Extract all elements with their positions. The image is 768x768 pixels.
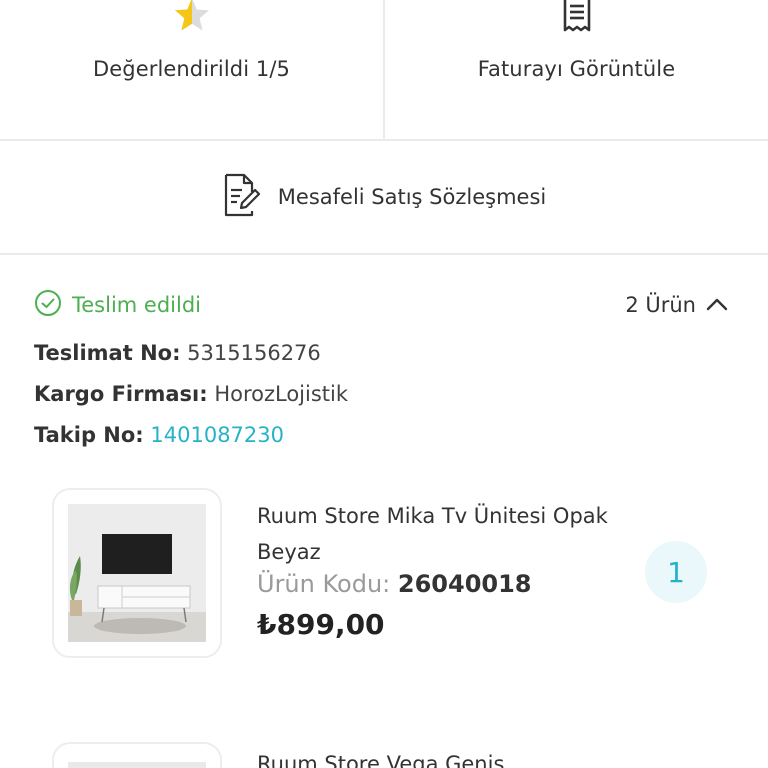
order-actions-row: Değerlendirildi 1/5 Faturayı Görüntüle xyxy=(0,0,768,141)
product-price: ₺899,00 xyxy=(257,608,385,641)
rating-button[interactable]: Değerlendirildi 1/5 xyxy=(0,0,383,139)
product-name-link[interactable]: Ruum Store Vega Geniş xyxy=(257,752,504,768)
delivery-status: Teslim edildi xyxy=(34,289,201,321)
tracking-number-link[interactable]: 1401087230 xyxy=(150,423,284,447)
item-count: 2 Ürün xyxy=(625,293,696,317)
contract-label: Mesafeli Satış Sözleşmesi xyxy=(277,185,547,209)
quantity-badge: 1 xyxy=(645,541,707,603)
contract-icon xyxy=(222,173,262,221)
view-invoice-button[interactable]: Faturayı Görüntüle xyxy=(383,0,768,139)
product-image[interactable] xyxy=(52,488,222,658)
check-circle-icon xyxy=(34,289,62,321)
carrier-name: HorozLojistik xyxy=(214,382,349,406)
delivery-number-line: Teslimat No: 5315156276 xyxy=(34,341,321,365)
product-item: Ruum Store Vega Geniş xyxy=(52,742,722,768)
carrier-key: Kargo Firması: xyxy=(34,382,208,406)
product-code-label: Ürün Kodu: xyxy=(257,570,391,598)
star-icon xyxy=(172,0,212,36)
delivery-number-key: Teslimat No: xyxy=(34,341,181,365)
tracking-key: Takip No: xyxy=(34,423,144,447)
product-code: 26040018 xyxy=(397,570,532,598)
tracking-line: Takip No: 1401087230 xyxy=(34,423,284,447)
invoice-label: Faturayı Görüntüle xyxy=(477,57,676,81)
rating-label: Değerlendirildi 1/5 xyxy=(92,57,291,81)
product-item: Ruum Store Mika Tv Ünitesi Opak Beyaz Ür… xyxy=(52,488,722,660)
product-image[interactable] xyxy=(52,742,222,768)
product-name-link[interactable]: Ruum Store Mika Tv Ünitesi Opak Beyaz xyxy=(257,498,617,570)
status-text: Teslim edildi xyxy=(72,293,202,317)
collapse-items-toggle[interactable]: 2 Ürün xyxy=(625,293,728,317)
receipt-icon xyxy=(557,0,597,36)
distance-sales-contract-button[interactable]: Mesafeli Satış Sözleşmesi xyxy=(0,141,768,255)
delivery-number: 5315156276 xyxy=(187,341,321,365)
chevron-up-icon xyxy=(706,296,728,315)
carrier-line: Kargo Firması: HorozLojistik xyxy=(34,382,348,406)
shipment-header: Teslim edildi 2 Ürün xyxy=(34,288,728,322)
product-code-line: Ürün Kodu: 26040018 xyxy=(257,570,531,598)
